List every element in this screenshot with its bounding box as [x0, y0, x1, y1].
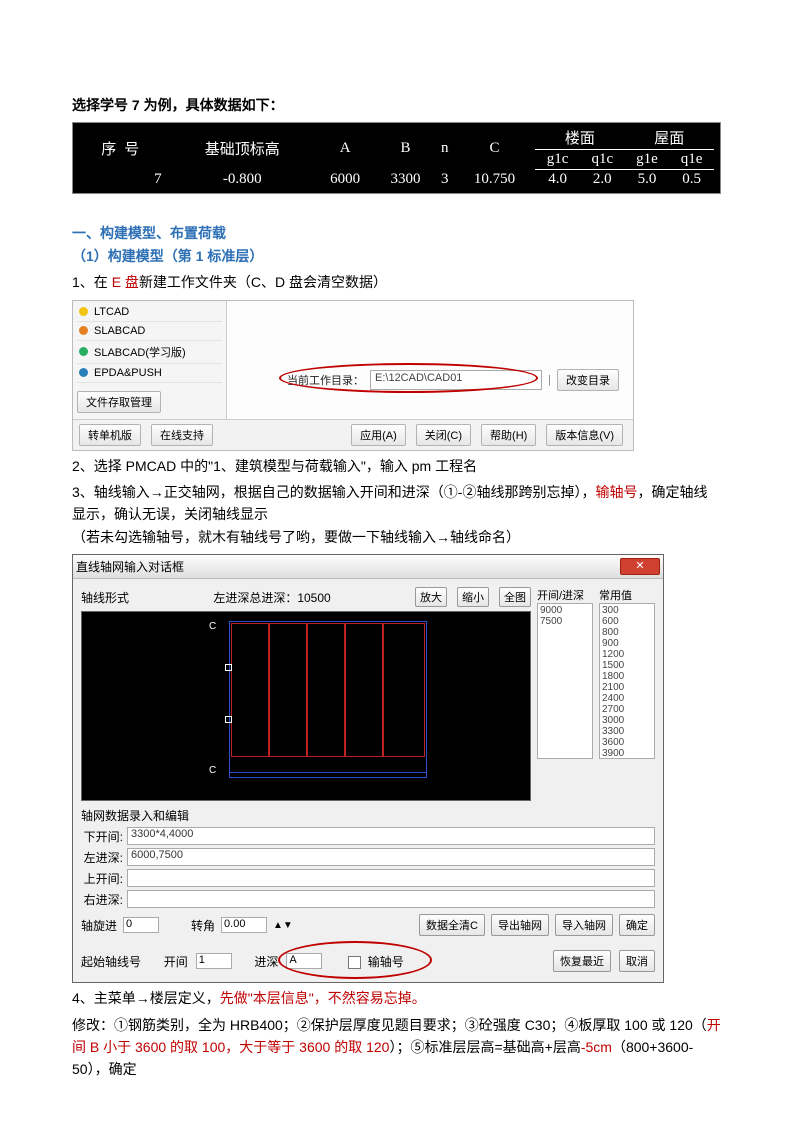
cancel-button[interactable]: 取消 — [619, 950, 655, 972]
axis-rotate-input[interactable]: 0 — [123, 917, 159, 933]
sidebar-item-ltcad[interactable]: LTCAD — [77, 303, 222, 322]
step-4: 4、主菜单→楼层定义，先做"本层信息"，不然容易忘掉。 — [72, 987, 721, 1009]
cell-g1e: 5.0 — [625, 170, 670, 190]
cell-n: 3 — [436, 170, 454, 190]
output-axis-checkbox[interactable] — [348, 956, 361, 969]
module-icon — [79, 326, 88, 335]
start-axis-label: 起始轴线号 — [81, 953, 141, 970]
workdir-label: 当前工作目录： — [287, 372, 364, 388]
full-view-button[interactable]: 全图 — [499, 587, 531, 607]
common-values-list[interactable]: 3006008009001200150018002100240027003000… — [599, 603, 655, 759]
hdr-floor: 楼面 — [535, 126, 624, 150]
cell-C: 10.750 — [454, 170, 536, 190]
hdr-n: n — [436, 126, 454, 170]
turn-angle-label: 转角 — [191, 917, 215, 934]
cell-q1c: 2.0 — [580, 170, 625, 190]
step-4-detail: 修改：①钢筋类别，全为 HRB400；②保护层厚度见题目要求；③砼强度 C30；… — [72, 1014, 721, 1081]
module-icon — [79, 307, 88, 316]
clear-all-button[interactable]: 数据全清C — [419, 914, 485, 936]
close-button[interactable]: 关闭(C) — [416, 424, 471, 446]
restore-recent-button[interactable]: 恢复最近 — [553, 950, 611, 972]
convert-standalone-button[interactable]: 转单机版 — [79, 424, 141, 446]
right-list-header: 常用值 — [599, 587, 655, 603]
upper-span-input[interactable] — [127, 869, 655, 887]
hdr-roof: 屋面 — [625, 126, 714, 150]
apply-button[interactable]: 应用(A) — [351, 424, 406, 446]
turn-angle-input[interactable]: 0.00 — [221, 917, 267, 933]
hdr-A: A — [315, 126, 375, 170]
span-start-label: 开间 — [164, 953, 188, 970]
stepper-icon[interactable]: ▲▼ — [273, 920, 293, 931]
subsection-1-heading: （1）构建模型（第 1 标准层） — [72, 248, 263, 264]
version-info-button[interactable]: 版本信息(V) — [546, 424, 623, 446]
hdr-C: C — [454, 126, 536, 170]
lower-span-label: 下开间: — [81, 828, 123, 845]
left-depth-label: 左进深: — [81, 849, 123, 866]
cell-seq: 7 — [79, 170, 170, 190]
zoom-in-button[interactable]: 放大 — [415, 587, 447, 607]
lower-span-input[interactable]: 3300*4,4000 — [127, 827, 655, 845]
export-grid-button[interactable]: 导出轴网 — [491, 914, 549, 936]
sub-g1c: g1c — [535, 150, 580, 170]
help-button[interactable]: 帮助(H) — [481, 424, 536, 446]
right-depth-label: 右进深: — [81, 891, 123, 908]
section-1-heading: 一、构建模型、布置荷载 — [72, 225, 226, 241]
axis-rotate-label: 轴旋进 — [81, 917, 117, 934]
file-storage-button[interactable]: 文件存取管理 — [77, 391, 161, 413]
step-2: 2、选择 PMCAD 中的"1、建筑模型与荷载输入"，输入 pm 工程名 — [72, 455, 721, 477]
pmcad-launcher-screenshot: LTCAD SLABCAD SLABCAD(学习版) EPDA&PUSH 文件存… — [72, 300, 634, 451]
hdr-seq: 序号 — [101, 142, 147, 158]
sub-q1e: q1e — [669, 150, 714, 170]
cell-A: 6000 — [315, 170, 375, 190]
module-sidebar: LTCAD SLABCAD SLABCAD(学习版) EPDA&PUSH 文件存… — [73, 301, 227, 419]
data-table-screenshot: 序号 基础顶标高 A B n C 楼面 屋面 g1c q1c g1e q1e 7… — [72, 122, 721, 194]
online-support-button[interactable]: 在线支持 — [151, 424, 213, 446]
ok-button[interactable]: 确定 — [619, 914, 655, 936]
intro-heading: 选择学号 7 为例，具体数据如下： — [72, 94, 721, 116]
hdr-base: 基础顶标高 — [170, 126, 315, 170]
import-grid-button[interactable]: 导入轴网 — [555, 914, 613, 936]
depth-start-input[interactable]: A — [286, 953, 322, 969]
cell-g1c: 4.0 — [535, 170, 580, 190]
sub-q1c: q1c — [580, 150, 625, 170]
sidebar-item-slabcad[interactable]: SLABCAD — [77, 322, 222, 341]
total-depth-label: 左进深总进深：10500 — [139, 589, 405, 606]
cell-q1e: 0.5 — [669, 170, 714, 190]
left-depth-input[interactable]: 6000,7500 — [127, 848, 655, 866]
close-icon[interactable]: ✕ — [620, 558, 660, 575]
step-3: 3、轴线输入→正交轴网，根据自己的数据输入开间和进深（①-②轴线那跨别忘掉），输… — [72, 481, 721, 548]
hdr-B: B — [375, 126, 435, 170]
output-axis-label: 输轴号 — [368, 955, 404, 969]
left-list-header: 开间/进深 — [537, 587, 593, 603]
change-dir-button[interactable]: 改变目录 — [557, 369, 619, 391]
module-icon — [79, 347, 88, 356]
sub-g1e: g1e — [625, 150, 670, 170]
axis-type-label: 轴线形式 — [81, 589, 129, 606]
step-1: 1、在 E 盘新建工作文件夹（C、D 盘会清空数据） — [72, 271, 721, 293]
module-icon — [79, 368, 88, 377]
workdir-input[interactable]: E:\12CAD\CAD01 — [370, 370, 542, 390]
sidebar-item-epda[interactable]: EPDA&PUSH — [77, 364, 222, 383]
upper-span-label: 上开间: — [81, 870, 123, 887]
grid-data-section-label: 轴网数据录入和编辑 — [81, 807, 655, 824]
right-depth-input[interactable] — [127, 890, 655, 908]
span-start-input[interactable]: 1 — [196, 953, 232, 969]
cell-base: -0.800 — [170, 170, 315, 190]
sidebar-item-slabcad-study[interactable]: SLABCAD(学习版) — [77, 341, 222, 364]
depth-start-label: 进深 — [254, 953, 278, 970]
separator-icon: | — [548, 374, 551, 386]
axis-grid-dialog: 直线轴网输入对话框 ✕ 轴线形式 左进深总进深：10500 放大 缩小 全图 — [72, 554, 664, 983]
axis-grid-preview: C C — [181, 616, 431, 796]
cell-B: 3300 — [375, 170, 435, 190]
dialog-title: 直线轴网输入对话框 — [76, 558, 184, 575]
zoom-out-button[interactable]: 缩小 — [457, 587, 489, 607]
span-depth-list[interactable]: 90007500 — [537, 603, 593, 759]
